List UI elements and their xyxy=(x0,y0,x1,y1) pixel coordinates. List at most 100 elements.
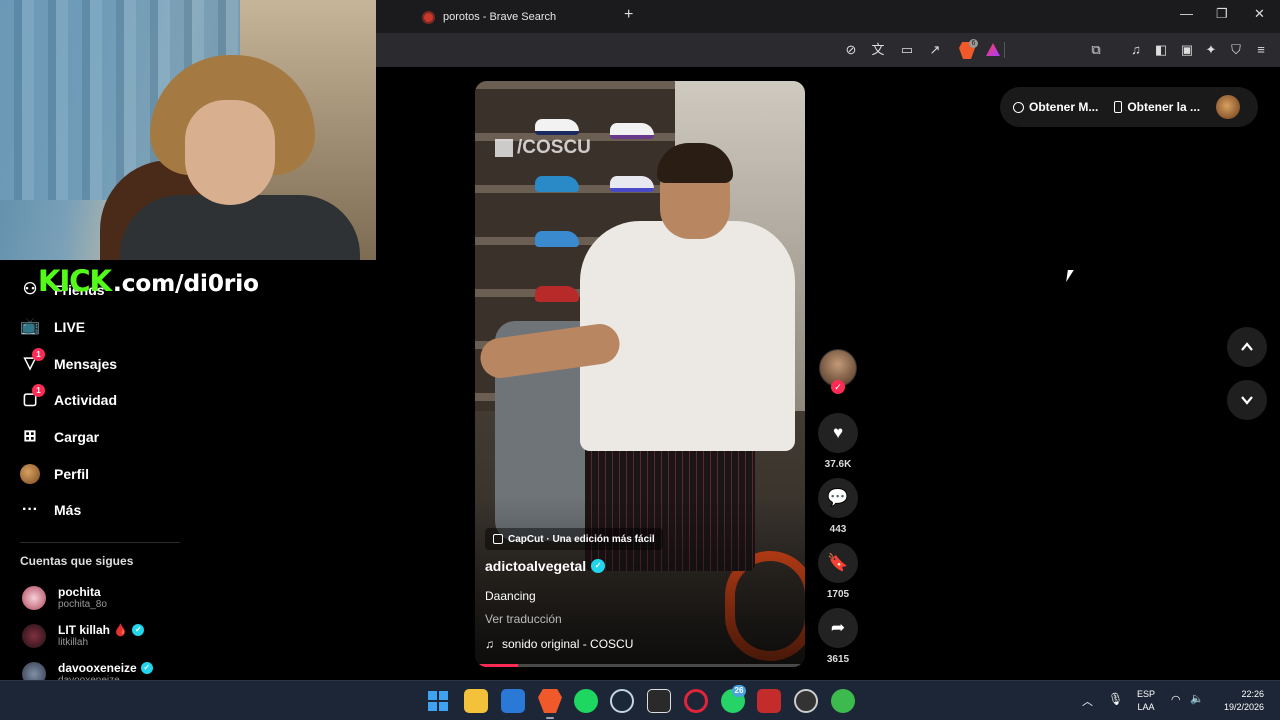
utorrent-icon[interactable] xyxy=(831,689,855,713)
keyboard-layout: LAA xyxy=(1137,702,1155,712)
video-sound[interactable]: ♫ sonido original - COSCU xyxy=(485,637,633,651)
opera-icon[interactable] xyxy=(684,689,708,713)
tab-title: porotos - Brave Search xyxy=(443,11,557,23)
sidebar-item-label: LIVE xyxy=(54,319,86,335)
vpn-icon[interactable]: ⛉ xyxy=(1228,42,1244,58)
clock-date: 19/2/2026 xyxy=(1223,702,1264,712)
wifi-icon[interactable]: ◠ xyxy=(1171,693,1181,706)
show-hidden-icons-icon[interactable]: ︿ xyxy=(1082,693,1093,709)
address-bar[interactable] xyxy=(376,36,1016,64)
get-app-button[interactable]: Obtener la ... xyxy=(1114,100,1200,114)
brave-browser-icon[interactable] xyxy=(538,689,562,713)
translate-icon[interactable]: 文 xyxy=(870,42,886,58)
voicemeeter-icon[interactable] xyxy=(757,689,781,713)
no-sound-icon[interactable]: ⊘ xyxy=(843,42,859,58)
cast-icon[interactable]: ▭ xyxy=(899,42,915,58)
mouse-cursor-icon xyxy=(1066,270,1074,282)
following-check-icon[interactable]: ✓ xyxy=(831,380,845,394)
steam-icon[interactable] xyxy=(610,689,634,713)
comment-icon[interactable]: 💬 xyxy=(818,478,858,518)
kick-k-icon xyxy=(495,139,513,157)
notification-badge: 1 xyxy=(32,348,45,361)
microphone-icon[interactable]: 🎙 xyxy=(1108,692,1123,706)
video-description: Daancing xyxy=(485,589,536,603)
epic-games-icon[interactable] xyxy=(647,689,671,713)
sidebar-item-label: Cargar xyxy=(54,429,100,445)
bookmark-icon[interactable]: 🔖 xyxy=(818,543,858,583)
sidebar-item-messages[interactable]: ▽ 1 Mensajes xyxy=(20,348,118,374)
sound-name: sonido original - COSCU xyxy=(502,637,634,651)
account-name: LIT killah 🩸 xyxy=(58,623,129,637)
video-player[interactable]: /COSCU CapCut · Una edición más fácil ad… xyxy=(475,81,805,667)
comment-action[interactable]: 💬 443 xyxy=(818,478,858,535)
account-name: pochita xyxy=(58,585,101,599)
wallet-icon[interactable]: ▣ xyxy=(1179,42,1195,58)
see-translation-link[interactable]: Ver traducción xyxy=(485,612,562,626)
screenshot-icon[interactable]: ⧉ xyxy=(1088,42,1104,58)
previous-video-button[interactable] xyxy=(1227,327,1267,367)
get-coins-button[interactable]: Obtener M... xyxy=(1013,100,1098,114)
user-avatar[interactable] xyxy=(1216,95,1241,119)
kick-logo: KICK xyxy=(38,264,112,298)
profile-avatar xyxy=(20,464,40,484)
menu-icon[interactable]: ≡ xyxy=(1253,42,1269,58)
activity-icon: ▢ 1 xyxy=(20,384,45,410)
clock-time: 22:26 xyxy=(1241,689,1264,699)
next-video-button[interactable] xyxy=(1227,380,1267,420)
system-clock[interactable]: 22:26 19/2/2026 xyxy=(1216,688,1264,714)
sidebar-item-activity[interactable]: ▢ 1 Actividad xyxy=(20,384,118,410)
sidebar-item-label: Actividad xyxy=(54,392,118,408)
sneaker xyxy=(610,123,654,139)
sidebar-item-live[interactable]: 📺 LIVE xyxy=(20,317,85,337)
browser-tab[interactable]: porotos - Brave Search xyxy=(410,4,610,30)
video-author[interactable]: adictoalvegetal ✓ xyxy=(485,558,606,574)
messages-icon: ▽ 1 xyxy=(20,348,45,374)
obs-icon[interactable] xyxy=(794,689,818,713)
sidebar-toggle-icon[interactable]: ◧ xyxy=(1153,42,1169,58)
webcam-overlay xyxy=(0,0,376,260)
leo-ai-icon[interactable]: ✦ xyxy=(1203,42,1219,58)
shields-count-badge: 6 xyxy=(969,39,978,48)
sneaker xyxy=(535,119,579,135)
whatsapp-badge: 26 xyxy=(732,685,746,697)
account-avatar xyxy=(22,623,46,648)
share-icon[interactable]: ↗ xyxy=(927,42,943,58)
sidebar-item-profile[interactable]: Perfil xyxy=(20,464,89,484)
share-arrow-icon[interactable]: ➦ xyxy=(818,608,858,648)
phone-icon xyxy=(1114,101,1123,113)
streamer-shirt xyxy=(120,195,360,260)
sneaker xyxy=(535,176,579,192)
save-action[interactable]: 🔖 1705 xyxy=(818,543,858,600)
close-window-button[interactable]: ✕ xyxy=(1254,6,1265,22)
following-account[interactable]: LIT killah 🩸 ✓ litkillah xyxy=(22,623,145,648)
windows-taskbar: 26 ︿ 🎙 ESP LAA ◠ 🔈 22:26 19/2/2026 xyxy=(0,680,1280,720)
sidebar-item-label: Más xyxy=(54,502,82,518)
media-icon[interactable]: ♫ xyxy=(1128,42,1144,58)
video-progress-bar[interactable] xyxy=(475,664,805,667)
screen: porotos - Brave Search + — ❐ ✕ ⊘ 文 ▭ ↗ 6… xyxy=(0,0,1280,720)
heart-icon[interactable]: ♥ xyxy=(818,413,858,453)
file-explorer-icon[interactable] xyxy=(464,689,488,713)
brave-search-favicon xyxy=(422,10,435,24)
kick-watermark: /COSCU xyxy=(495,137,591,159)
sidebar-divider xyxy=(20,542,180,543)
input-language[interactable]: ESP LAA xyxy=(1137,688,1155,714)
sidebar-item-upload[interactable]: ⊞ Cargar xyxy=(20,427,99,447)
sidebar-item-more[interactable]: ··· Más xyxy=(20,500,81,520)
maximize-button[interactable]: ❐ xyxy=(1216,6,1228,22)
windows-start-icon[interactable] xyxy=(428,691,448,711)
minimize-button[interactable]: — xyxy=(1180,6,1193,21)
like-action[interactable]: ♥ 37.6K xyxy=(818,413,858,470)
new-tab-button[interactable]: + xyxy=(624,6,633,24)
get-coins-label: Obtener M... xyxy=(1029,100,1099,114)
volume-icon[interactable]: 🔈 xyxy=(1190,692,1204,705)
save-count: 1705 xyxy=(826,589,850,600)
outlook-icon[interactable] xyxy=(501,689,525,713)
share-action[interactable]: ➦ 3615 xyxy=(818,608,858,665)
following-account[interactable]: pochita pochita_8o xyxy=(22,585,107,610)
friends-icon: ⚇ xyxy=(22,281,38,298)
capcut-anchor[interactable]: CapCut · Una edición más fácil xyxy=(485,528,663,550)
spotify-icon[interactable] xyxy=(574,689,598,713)
following-title: Cuentas que sigues xyxy=(20,554,134,568)
sidebar-item-label: Mensajes xyxy=(54,356,118,372)
